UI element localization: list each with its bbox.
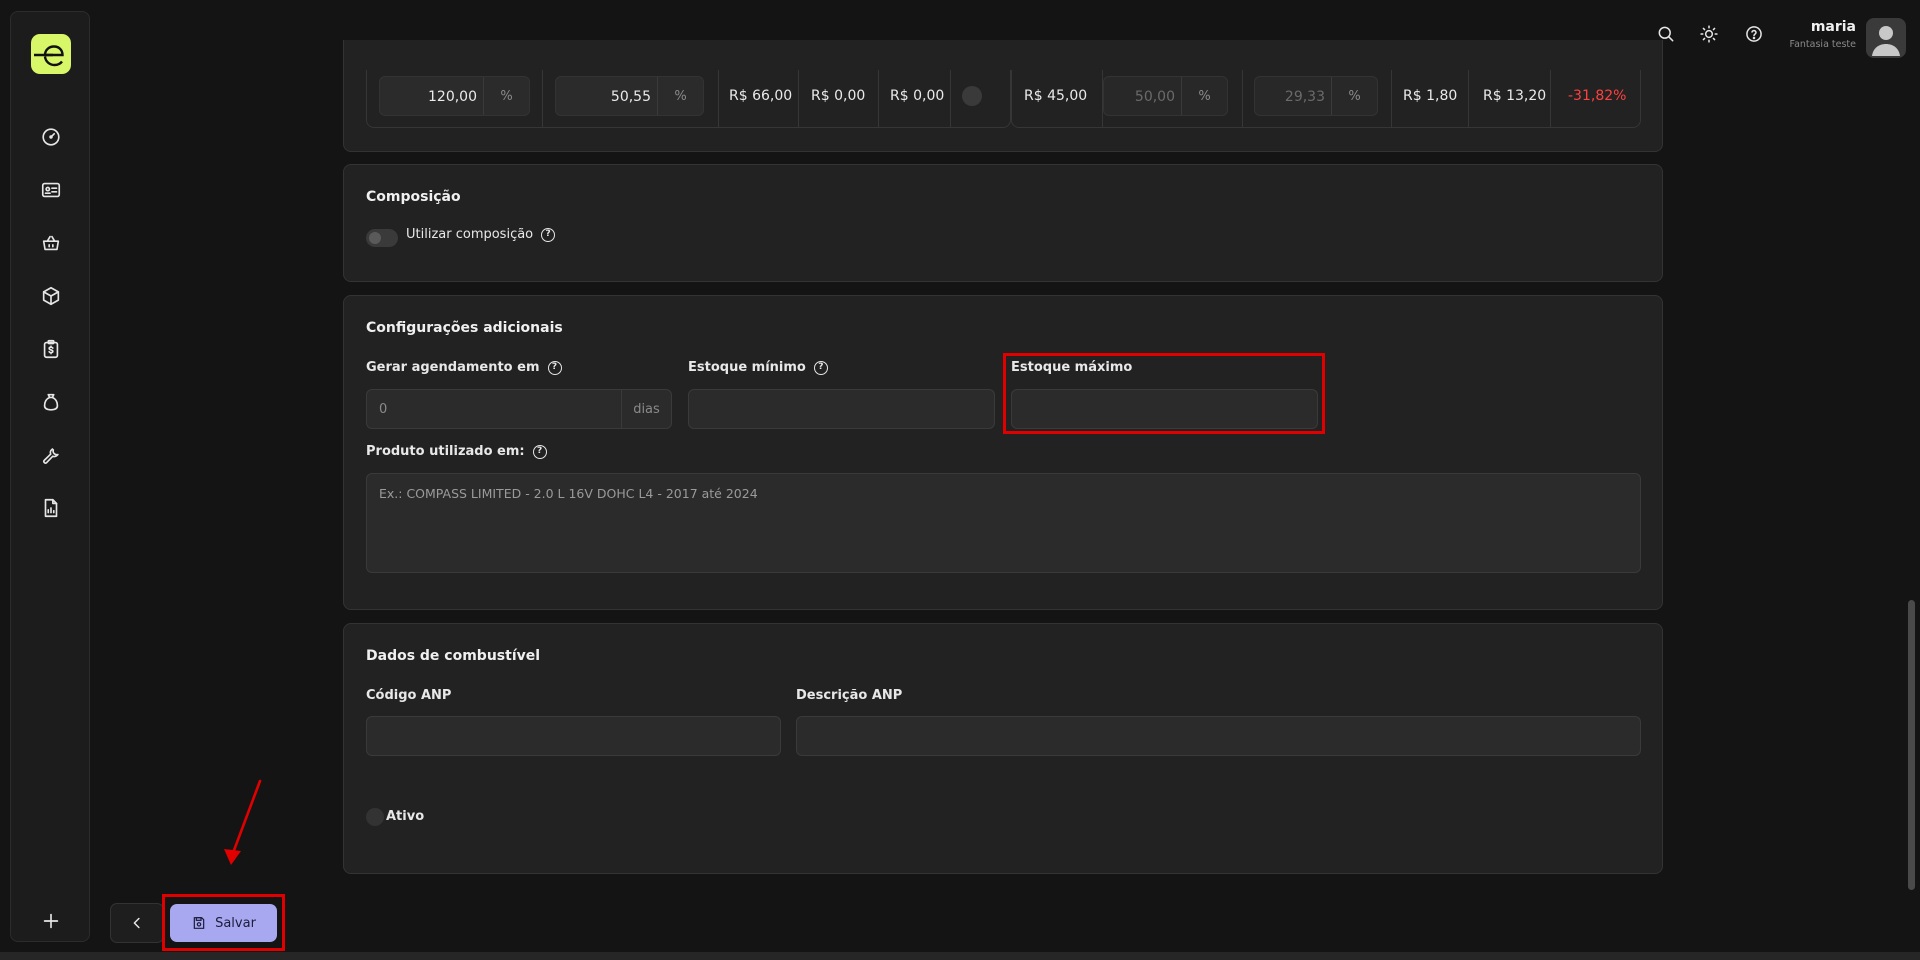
agendamento-label: Gerar agendamento em ?: [366, 360, 562, 375]
pricing-card: [343, 40, 1663, 152]
billing-clipboard-icon[interactable]: [38, 336, 64, 362]
contacts-card-icon[interactable]: [38, 177, 64, 203]
basket-icon[interactable]: [38, 230, 64, 256]
produto-textarea[interactable]: Ex.: COMPASS LIMITED - 2.0 L 16V DOHC L4…: [366, 473, 1641, 573]
highlight-estoque-maximo: [1003, 353, 1325, 434]
wrench-icon[interactable]: [38, 442, 64, 468]
config-card: Configurações adicionais Gerar agendamen…: [343, 295, 1663, 610]
annotation-arrow: [224, 779, 262, 865]
logo[interactable]: [31, 34, 71, 74]
margin-input[interactable]: 50,55 %: [555, 76, 704, 116]
box-icon[interactable]: [38, 283, 64, 309]
price-value: R$ 66,00: [729, 88, 793, 104]
dashboard-icon[interactable]: [38, 124, 64, 150]
promo-cost-b-value: R$ 13,20: [1483, 88, 1547, 104]
help-icon[interactable]: ?: [813, 360, 828, 375]
chevron-left-icon: [133, 917, 140, 929]
add-icon[interactable]: [38, 908, 64, 934]
variation-value: -31,82%: [1568, 88, 1627, 104]
produto-label: Produto utilizado em: ?: [366, 444, 547, 459]
promo-cost-a-value: R$ 1,80: [1403, 88, 1458, 104]
composicao-toggle[interactable]: [366, 229, 398, 247]
avatar[interactable]: [1866, 18, 1906, 58]
promo-margin-input[interactable]: 29,33 %: [1254, 76, 1378, 116]
user-company: Fantasia teste: [1789, 39, 1857, 50]
promo-price-value: R$ 45,00: [1024, 88, 1088, 104]
cost-b-value: R$ 0,00: [890, 88, 945, 104]
promo-toggle[interactable]: [962, 86, 982, 106]
estoque-min-input[interactable]: [688, 389, 995, 429]
markup-input[interactable]: 120,00 %: [379, 76, 530, 116]
ativo-toggle[interactable]: [366, 808, 384, 826]
report-icon[interactable]: [38, 495, 64, 521]
ativo-label: Ativo: [386, 809, 425, 824]
bottom-strip: [0, 952, 1920, 960]
descricao-anp-input[interactable]: [796, 716, 1641, 756]
theme-toggle-icon[interactable]: [1697, 22, 1721, 46]
codigo-anp-input[interactable]: [366, 716, 781, 756]
help-icon[interactable]: ?: [532, 444, 547, 459]
help-icon[interactable]: [1742, 22, 1766, 46]
agendamento-input[interactable]: 0 dias: [366, 389, 672, 429]
help-icon[interactable]: ?: [547, 360, 562, 375]
estoque-min-label: Estoque mínimo ?: [688, 360, 828, 375]
combustivel-title: Dados de combustível: [366, 648, 541, 664]
cost-a-value: R$ 0,00: [811, 88, 866, 104]
scrollbar[interactable]: [1908, 600, 1915, 890]
composicao-card: Composição Utilizar composição ?: [343, 164, 1663, 282]
user-name: maria: [1810, 19, 1856, 35]
back-button[interactable]: [110, 903, 164, 943]
combustivel-card: Dados de combustível Código ANP Descriçã…: [343, 623, 1663, 874]
composicao-title: Composição: [366, 189, 461, 205]
descricao-anp-label: Descrição ANP: [796, 688, 903, 703]
highlight-save-button: [162, 894, 285, 951]
codigo-anp-label: Código ANP: [366, 688, 452, 703]
money-bag-icon[interactable]: [38, 389, 64, 415]
composicao-toggle-label: Utilizar composição ?: [406, 227, 556, 242]
promo-markup-input[interactable]: 50,00 %: [1103, 76, 1228, 116]
help-icon[interactable]: ?: [541, 227, 556, 242]
config-title: Configurações adicionais: [366, 320, 563, 336]
sidebar: [10, 11, 90, 942]
